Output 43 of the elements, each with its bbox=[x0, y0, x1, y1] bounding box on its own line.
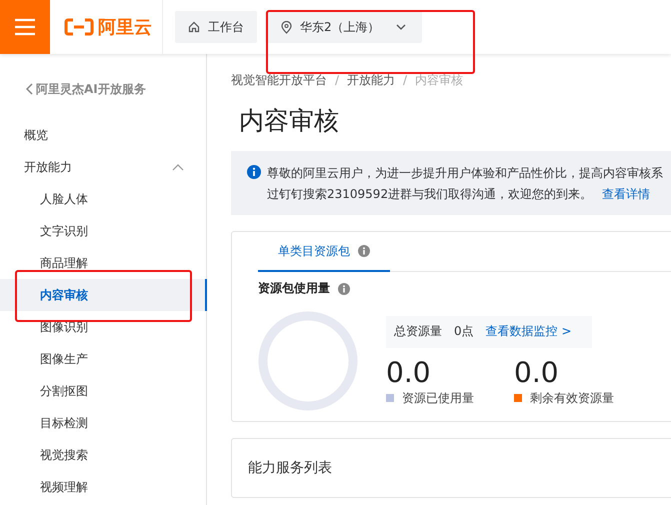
sidebar-item[interactable]: 文字识别 bbox=[0, 215, 206, 247]
monitor-link[interactable]: 查看数据监控 > bbox=[486, 323, 572, 340]
page-title: 内容审核 bbox=[239, 105, 340, 137]
notice-text: 过钉钉搜索23109592进群与我们取得沟通，欢迎您的到来。 bbox=[267, 187, 592, 201]
breadcrumb-separator: / bbox=[403, 73, 408, 87]
home-icon bbox=[188, 21, 200, 33]
location-pin-icon bbox=[281, 20, 292, 34]
sidebar-item[interactable]: 目标检测 bbox=[0, 407, 206, 439]
chevron-down-icon bbox=[396, 24, 406, 30]
brand-name: 阿里云 bbox=[98, 16, 152, 39]
total-value: 0点 bbox=[454, 323, 474, 340]
legend-label: 资源已使用量 bbox=[402, 390, 474, 406]
breadcrumb-separator: / bbox=[335, 73, 340, 87]
stat-value: 0.0 bbox=[514, 356, 560, 390]
menu-button[interactable] bbox=[0, 0, 50, 54]
details-link[interactable]: 查看详情 bbox=[602, 187, 650, 201]
breadcrumb-link[interactable]: 开放能力 bbox=[347, 72, 396, 88]
sidebar-item[interactable]: 开放能力 bbox=[0, 151, 206, 183]
tab[interactable]: 单类目资源包 bbox=[258, 232, 390, 272]
card-title: 能力服务列表 bbox=[248, 460, 332, 476]
back-link[interactable]: 阿里灵杰AI开放服务 bbox=[0, 77, 206, 101]
sidebar-item[interactable]: 概览 bbox=[0, 119, 206, 151]
breadcrumb-link[interactable]: 视觉智能开放平台 bbox=[231, 72, 327, 88]
sidebar-item[interactable]: 图像生产 bbox=[0, 343, 206, 375]
sidebar-item[interactable]: 内容审核 bbox=[0, 279, 206, 311]
workbench-button[interactable]: 工作台 bbox=[175, 11, 257, 43]
sidebar-item[interactable]: 商品理解 bbox=[0, 247, 206, 279]
sidebar-item[interactable]: 分割抠图 bbox=[0, 375, 206, 407]
notice-text: 尊敬的阿里云用户，为进一步提升用户体验和产品性价比，提高内容审核系 bbox=[267, 166, 663, 180]
legend-label: 剩余有效资源量 bbox=[530, 390, 614, 406]
info-icon bbox=[338, 282, 350, 294]
chevron-left-icon bbox=[26, 83, 33, 95]
region-selector[interactable]: 华东2（上海） bbox=[265, 11, 422, 43]
bracket-logo-icon bbox=[64, 18, 94, 36]
sidebar-item[interactable]: 视频理解 bbox=[0, 471, 206, 503]
section-title: 资源包使用量 bbox=[258, 280, 330, 297]
info-icon bbox=[358, 245, 370, 257]
info-icon bbox=[247, 165, 261, 179]
total-label: 总资源量 bbox=[394, 323, 442, 340]
menu-icon bbox=[14, 18, 36, 36]
sidebar-item[interactable]: 人脸人体 bbox=[0, 183, 206, 215]
stat-value: 0.0 bbox=[386, 356, 432, 390]
sidebar-item[interactable]: 视觉搜索 bbox=[0, 439, 206, 471]
